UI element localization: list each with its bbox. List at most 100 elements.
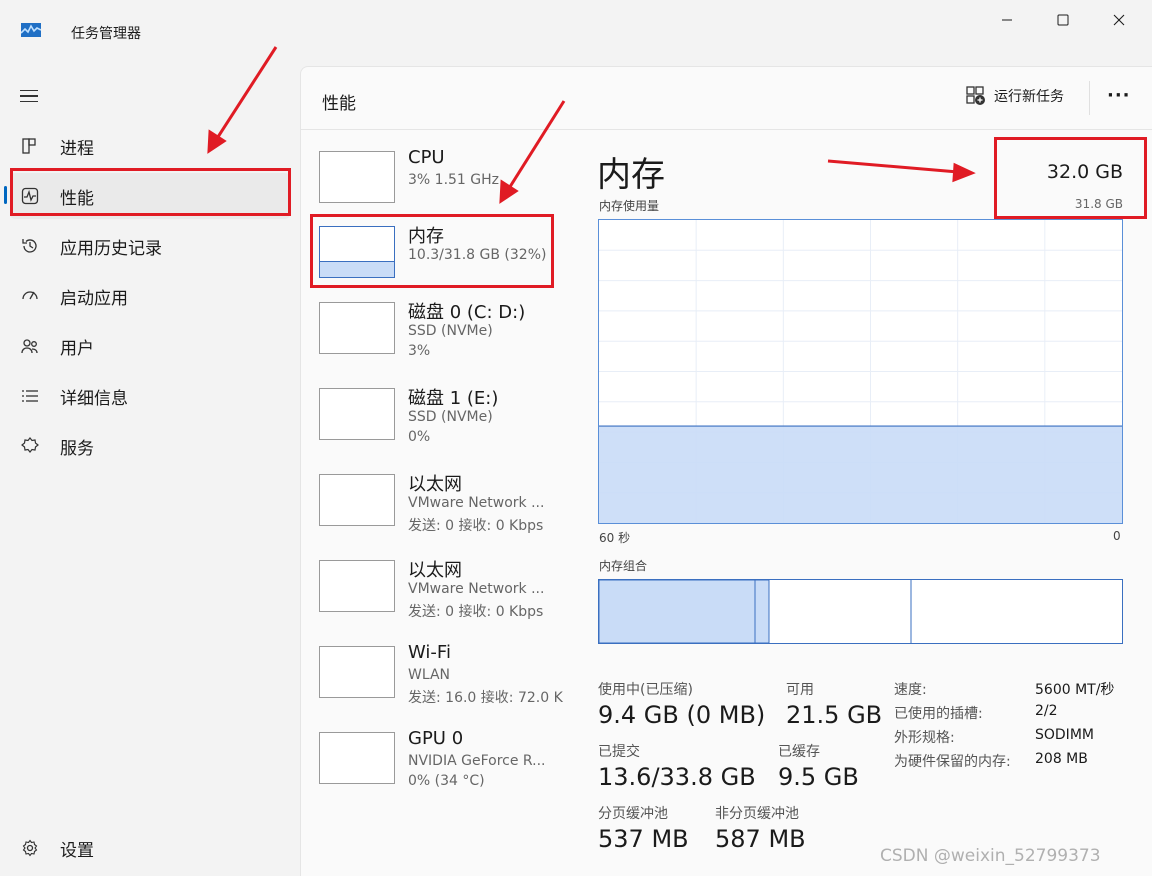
stat-value: 9.4 GB (0 MB) [598, 701, 766, 729]
sidebar-item-services[interactable]: 服务 [10, 423, 290, 469]
window-title: 任务管理器 [71, 26, 141, 42]
device-thumbnail [319, 474, 395, 526]
device-detail: VMware Network ... [408, 581, 545, 597]
memory-usage-label: 内存使用量 [599, 199, 660, 213]
maximize-button[interactable] [1040, 0, 1086, 40]
maximize-icon [1057, 14, 1069, 26]
device-detail: SSD (NVMe) [408, 323, 493, 339]
detail-title: 内存 [597, 155, 665, 195]
device-detail: SSD (NVMe) [408, 409, 493, 425]
stat-value: 587 MB [715, 825, 806, 853]
stat-label: 非分页缓冲池 [715, 806, 799, 822]
device-name: 磁盘 1 (E:) [408, 388, 499, 409]
app-history-icon [20, 236, 40, 256]
processes-icon [20, 136, 40, 156]
device-name: CPU [408, 147, 445, 168]
sidebar-item-label: 应用历史记录 [60, 238, 162, 259]
device-name: Wi-Fi [408, 642, 451, 663]
spec-speed-label: 速度: [894, 682, 927, 698]
device-detail: 发送: 0 接收: 0 Kbps [408, 604, 544, 620]
spec-form-factor-value: SODIMM [1035, 727, 1094, 743]
device-detail: 3% [408, 343, 431, 359]
hamburger-menu-button[interactable] [20, 86, 40, 106]
stat-value: 21.5 GB [786, 701, 883, 729]
stat-label: 分页缓冲池 [598, 806, 668, 822]
startup-icon [20, 286, 40, 306]
composition-modified [754, 579, 770, 644]
stat-in-use: 使用中(已压缩) 9.4 GB (0 MB) [598, 679, 765, 729]
composition-in-use [598, 579, 756, 644]
spec-slots-label: 已使用的插槽: [894, 706, 983, 722]
annotation-box-performance [10, 168, 291, 216]
device-thumbnail [319, 302, 395, 354]
panel-header: 性能 运行新任务 ··· [301, 67, 1152, 130]
sidebar-item-details[interactable]: 详细信息 [10, 373, 290, 419]
hamburger-icon [20, 89, 38, 92]
sidebar-item-app-history[interactable]: 应用历史记录 [10, 223, 290, 269]
memory-usage-area [599, 426, 1122, 523]
sidebar-item-label: 启动应用 [60, 288, 128, 309]
run-new-task-label: 运行新任务 [994, 89, 1064, 105]
gear-icon [20, 838, 40, 858]
stat-value: 13.6/33.8 GB [598, 763, 756, 791]
close-icon [1113, 14, 1125, 26]
device-name: 以太网 [408, 474, 462, 495]
annotation-box-memory [310, 214, 554, 288]
spec-speed-value: 5600 MT/秒 [1035, 682, 1115, 698]
stat-committed: 已提交 13.6/33.8 GB [598, 741, 756, 791]
sidebar-item-label: 服务 [60, 438, 94, 459]
stat-paged-pool: 分页缓冲池 537 MB [598, 803, 689, 853]
minimize-icon [1002, 19, 1012, 21]
device-name: 磁盘 0 (C: D:) [408, 302, 526, 323]
spec-slots-value: 2/2 [1035, 703, 1058, 719]
device-thumbnail [319, 732, 395, 784]
memory-usage-graph-svg [599, 220, 1122, 523]
device-thumbnail [319, 388, 395, 440]
device-item[interactable]: 磁盘 1 (E:) SSD (NVMe) 0% [311, 388, 561, 468]
sidebar-item-users[interactable]: 用户 [10, 323, 290, 369]
close-button[interactable] [1096, 0, 1142, 40]
memory-composition-svg [598, 579, 912, 644]
task-manager-icon [21, 23, 41, 37]
spec-reserved-value: 208 MB [1035, 751, 1088, 767]
device-detail: VMware Network ... [408, 495, 545, 511]
device-item[interactable]: 以太网 VMware Network ... 发送: 0 接收: 0 Kbps [311, 560, 561, 640]
device-name: GPU 0 [408, 728, 464, 749]
device-detail: 0% (34 °C) [408, 773, 485, 789]
spec-form-factor-label: 外形规格: [894, 730, 955, 746]
new-task-icon [966, 86, 985, 105]
sidebar-item-label: 详细信息 [60, 388, 128, 409]
sidebar-item-label: 用户 [60, 338, 94, 359]
services-icon [20, 436, 40, 456]
stat-label: 使用中(已压缩) [598, 682, 693, 698]
run-new-task-button[interactable]: 运行新任务 [966, 86, 1064, 106]
more-icon: ··· [1107, 85, 1131, 106]
sidebar-item-settings[interactable]: 设置 [10, 825, 290, 871]
sidebar-item-label: 设置 [60, 840, 94, 861]
stat-cached: 已缓存 9.5 GB [778, 741, 859, 791]
stat-nonpaged-pool: 非分页缓冲池 587 MB [715, 803, 806, 853]
device-item[interactable]: Wi-Fi WLAN 发送: 16.0 接收: 72.0 K [311, 642, 563, 726]
device-item[interactable]: GPU 0 NVIDIA GeForce R... 0% (34 °C) [311, 728, 561, 812]
stat-label: 可用 [786, 682, 814, 698]
stat-label: 已提交 [598, 744, 640, 760]
details-icon [20, 386, 40, 406]
device-name: 以太网 [408, 560, 462, 581]
memory-usage-graph [598, 219, 1123, 524]
graph-axis-right-label: 0 [1113, 529, 1121, 543]
device-thumbnail [319, 151, 395, 203]
device-detail: WLAN [408, 667, 451, 683]
more-options-button[interactable]: ··· [1107, 85, 1131, 106]
device-item[interactable]: 磁盘 0 (C: D:) SSD (NVMe) 3% [311, 302, 561, 382]
device-detail: 0% [408, 429, 431, 445]
stat-available: 可用 21.5 GB [786, 679, 882, 729]
sidebar-item-processes[interactable]: 进程 [10, 123, 290, 169]
minimize-button[interactable] [984, 0, 1030, 40]
memory-composition-bar [598, 579, 1123, 644]
device-item[interactable]: 以太网 VMware Network ... 发送: 0 接收: 0 Kbps [311, 474, 561, 554]
sidebar-item-startup[interactable]: 启动应用 [10, 273, 290, 319]
device-detail: 发送: 0 接收: 0 Kbps [408, 518, 544, 534]
device-detail: 3% 1.51 GHz [408, 172, 500, 188]
stat-value: 537 MB [598, 825, 689, 853]
stat-label: 已缓存 [778, 744, 820, 760]
